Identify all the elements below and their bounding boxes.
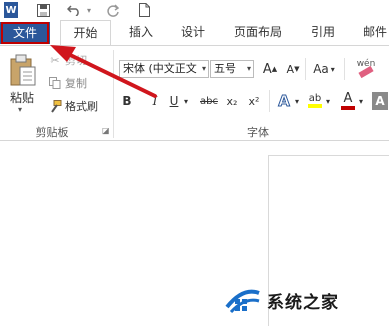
watermark: 系统之家 <box>225 280 389 320</box>
watermark-text: 系统之家 <box>267 292 339 313</box>
annotation-arrow <box>50 45 157 98</box>
watermark-logo-icon <box>225 289 260 314</box>
